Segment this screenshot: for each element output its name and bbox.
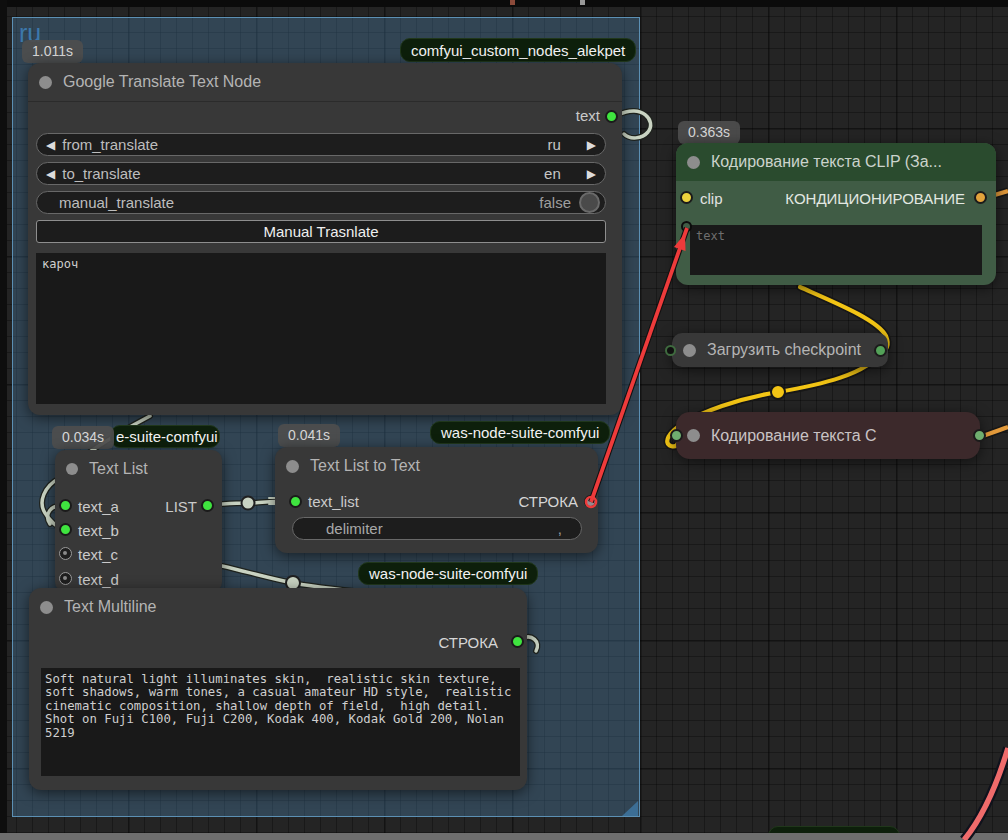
node-header[interactable]: Text List: [55, 450, 222, 488]
widget-value: ,: [558, 520, 562, 537]
output-port-list[interactable]: [201, 499, 214, 512]
input-label: text_list: [308, 493, 359, 510]
exec-time-badge: 0.363s: [678, 121, 740, 144]
top-edge-mark: [510, 0, 515, 5]
prev-arrow-icon[interactable]: ◀: [46, 138, 55, 152]
widget-manual-translate[interactable]: manual_translate false: [36, 191, 606, 214]
input-label: text_b: [78, 522, 119, 539]
node-google-translate[interactable]: Google Translate Text Node text ◀ from_t…: [28, 63, 622, 415]
node-text-list-to-text[interactable]: Text List to Text text_list СТРОКА delim…: [275, 447, 598, 553]
input-port-clip[interactable]: [680, 191, 693, 204]
input-port-text-list[interactable]: [289, 495, 302, 508]
window-top-edge: [0, 0, 1008, 7]
node-header[interactable]: Google Translate Text Node: [28, 63, 622, 101]
input-port-text-a[interactable]: [59, 499, 72, 512]
input-port[interactable]: [670, 429, 683, 442]
node-header[interactable]: Text Multiline: [29, 588, 527, 626]
input-label: clip: [700, 190, 723, 207]
output-label: СТРОКА: [438, 634, 498, 651]
output-port-string[interactable]: [511, 635, 524, 648]
node-clip-encode[interactable]: Кодирование текста CLIP (За... clip КОНД…: [676, 143, 996, 285]
output-port[interactable]: [874, 344, 887, 357]
toggle-knob[interactable]: [579, 192, 600, 213]
node-header[interactable]: Загрузить checkpoint: [672, 333, 888, 367]
exec-time-badge: 0.041s: [278, 424, 340, 447]
repo-badge: was-node-suite-comfyui: [430, 421, 610, 444]
node-text-list[interactable]: Text List text_a text_b text_c text_d LI…: [55, 450, 222, 592]
input-label: text_a: [78, 498, 119, 515]
collapse-dot-icon[interactable]: [687, 429, 700, 442]
output-port-conditioning[interactable]: [974, 191, 987, 204]
widget-label: to_translate: [62, 165, 140, 182]
node-clip-encode-negative[interactable]: Кодирование текста C: [676, 412, 980, 459]
node-title: Кодирование текста CLIP (За...: [711, 153, 942, 171]
collapse-dot-icon[interactable]: [40, 601, 53, 614]
node-text-multiline[interactable]: Text Multiline СТРОКА Soft natural light…: [29, 588, 527, 790]
widget-to-translate[interactable]: ◀ to_translate en ▶: [36, 162, 606, 185]
node-header[interactable]: Кодирование текста C: [676, 412, 980, 459]
collapse-dot-icon[interactable]: [286, 460, 299, 473]
translate-text-area[interactable]: кароч: [36, 253, 606, 404]
node-header[interactable]: Кодирование текста CLIP (За...: [676, 143, 996, 181]
widget-label: manual_translate: [59, 194, 174, 211]
input-port-text[interactable]: [681, 221, 692, 232]
exec-time-badge: 0.034s: [52, 426, 114, 449]
text-widget[interactable]: text: [690, 225, 982, 275]
input-label: text_d: [78, 571, 119, 588]
output-label: КОНДИЦИОНИРОВАНИЕ: [785, 190, 965, 207]
manual-translate-button[interactable]: Manual Trasnlate: [36, 220, 606, 243]
input-label: text_c: [78, 546, 118, 563]
repo-badge: was-node-suite-comfyui: [358, 562, 538, 585]
node-title: Text Multiline: [64, 598, 156, 616]
output-label: LIST: [165, 498, 197, 515]
output-label: СТРОКА: [518, 493, 578, 510]
collapse-dot-icon[interactable]: [687, 156, 700, 169]
exec-time-badge: 1.011s: [22, 40, 83, 63]
node-header[interactable]: Text List to Text: [275, 447, 598, 485]
top-edge-mark: [580, 0, 585, 5]
multiline-text-area[interactable]: Soft natural light illuminates skin, rea…: [41, 668, 520, 776]
window-bottom-edge: [0, 833, 1008, 840]
input-port-text-b[interactable]: [59, 523, 72, 536]
input-port-text-d[interactable]: [59, 572, 72, 585]
node-title: Загрузить checkpoint: [707, 341, 861, 359]
window-left-edge: [0, 0, 7, 840]
collapse-dot-icon[interactable]: [39, 76, 52, 89]
comfyui-canvas: ru: [0, 0, 1008, 840]
output-port-text[interactable]: [605, 110, 618, 123]
widget-value: ru: [547, 136, 560, 153]
divider: [28, 101, 622, 102]
output-port-string[interactable]: [584, 495, 597, 508]
input-port-text-c[interactable]: [59, 547, 72, 560]
repo-badge: comfyui_custom_nodes_alekpet: [400, 38, 636, 62]
collapse-dot-icon[interactable]: [683, 344, 696, 357]
widget-value: false: [539, 194, 571, 211]
widget-delimiter[interactable]: delimiter ,: [292, 517, 582, 540]
output-label: text: [576, 107, 600, 124]
collapsed-input-port[interactable]: [665, 345, 676, 356]
node-load-checkpoint[interactable]: Загрузить checkpoint: [672, 333, 888, 367]
node-title: Text List: [89, 460, 148, 478]
output-port[interactable]: [973, 429, 986, 442]
next-arrow-icon[interactable]: ▶: [587, 167, 596, 181]
node-title: Кодирование текста C: [711, 427, 877, 445]
widget-value: en: [544, 165, 561, 182]
widget-label: delimiter: [326, 520, 383, 537]
collapse-dot-icon[interactable]: [66, 463, 78, 475]
widget-from-translate[interactable]: ◀ from_translate ru ▶: [36, 133, 606, 156]
group-resize-handle[interactable]: [622, 801, 638, 816]
node-title: Google Translate Text Node: [63, 73, 261, 91]
node-title: Text List to Text: [310, 457, 420, 475]
prev-arrow-icon[interactable]: ◀: [46, 167, 55, 181]
repo-badge: e-suite-comfyui: [110, 425, 220, 448]
next-arrow-icon[interactable]: ▶: [587, 138, 596, 152]
widget-label: from_translate: [62, 136, 158, 153]
